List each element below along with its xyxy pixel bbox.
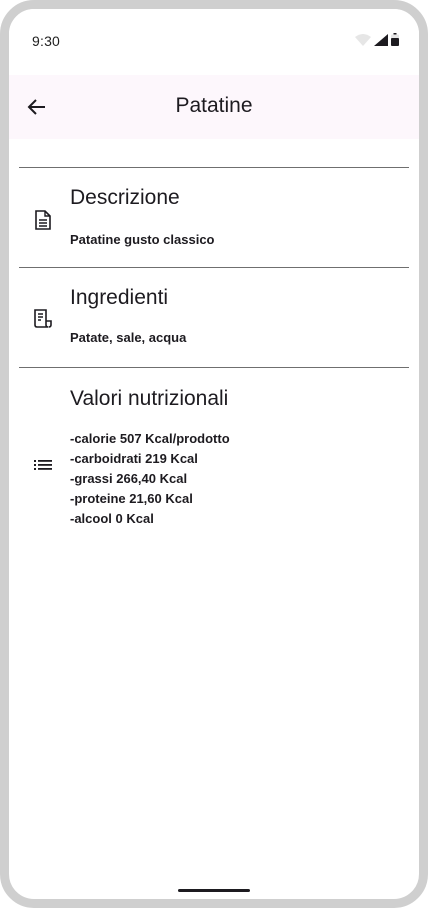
- status-time: 9:30: [32, 33, 61, 49]
- screen: 9:30 Patatine Descrizione Patatine gusto…: [0, 0, 428, 908]
- nutrition-line-proteins: -proteine 21,60 Kcal: [70, 491, 193, 506]
- document-icon: [31, 208, 55, 232]
- nutrition-title: Valori nutrizionali: [70, 387, 229, 410]
- signal-icon: [374, 33, 388, 46]
- status-icons: [355, 33, 399, 46]
- nutrition-line-carbs: -carboidrati 219 Kcal: [70, 451, 198, 466]
- nutrition-line-fats: -grassi 266,40 Kcal: [70, 471, 188, 486]
- list-icon: [31, 453, 55, 477]
- ingredients-text: Patate, sale, acqua: [70, 330, 187, 345]
- home-indicator[interactable]: [178, 889, 250, 892]
- receipt-icon: [31, 306, 55, 330]
- device-frame: 9:30 Patatine Descrizione Patatine gusto…: [0, 0, 428, 908]
- description-title: Descrizione: [70, 186, 180, 209]
- battery-icon: [391, 33, 399, 46]
- description-text: Patatine gusto classico: [70, 232, 215, 247]
- status-bar: 9:30: [9, 9, 419, 75]
- nutrition-line-calories: -calorie 507 Kcal/prodotto: [70, 431, 230, 446]
- ingredients-section: Ingredienti Patate, sale, acqua: [19, 267, 409, 367]
- nutrition-section: Valori nutrizionali -calorie 507 Kcal/pr…: [19, 367, 409, 537]
- nutrition-line-alcohol: -alcool 0 Kcal: [70, 511, 154, 526]
- wifi-icon: [355, 33, 371, 46]
- nutrition-list: -calorie 507 Kcal/prodotto -carboidrati …: [70, 429, 230, 529]
- top-app-bar: Patatine: [9, 75, 419, 139]
- ingredients-title: Ingredienti: [70, 286, 169, 309]
- description-section: Descrizione Patatine gusto classico: [19, 167, 409, 267]
- page-title: Patatine: [175, 94, 253, 117]
